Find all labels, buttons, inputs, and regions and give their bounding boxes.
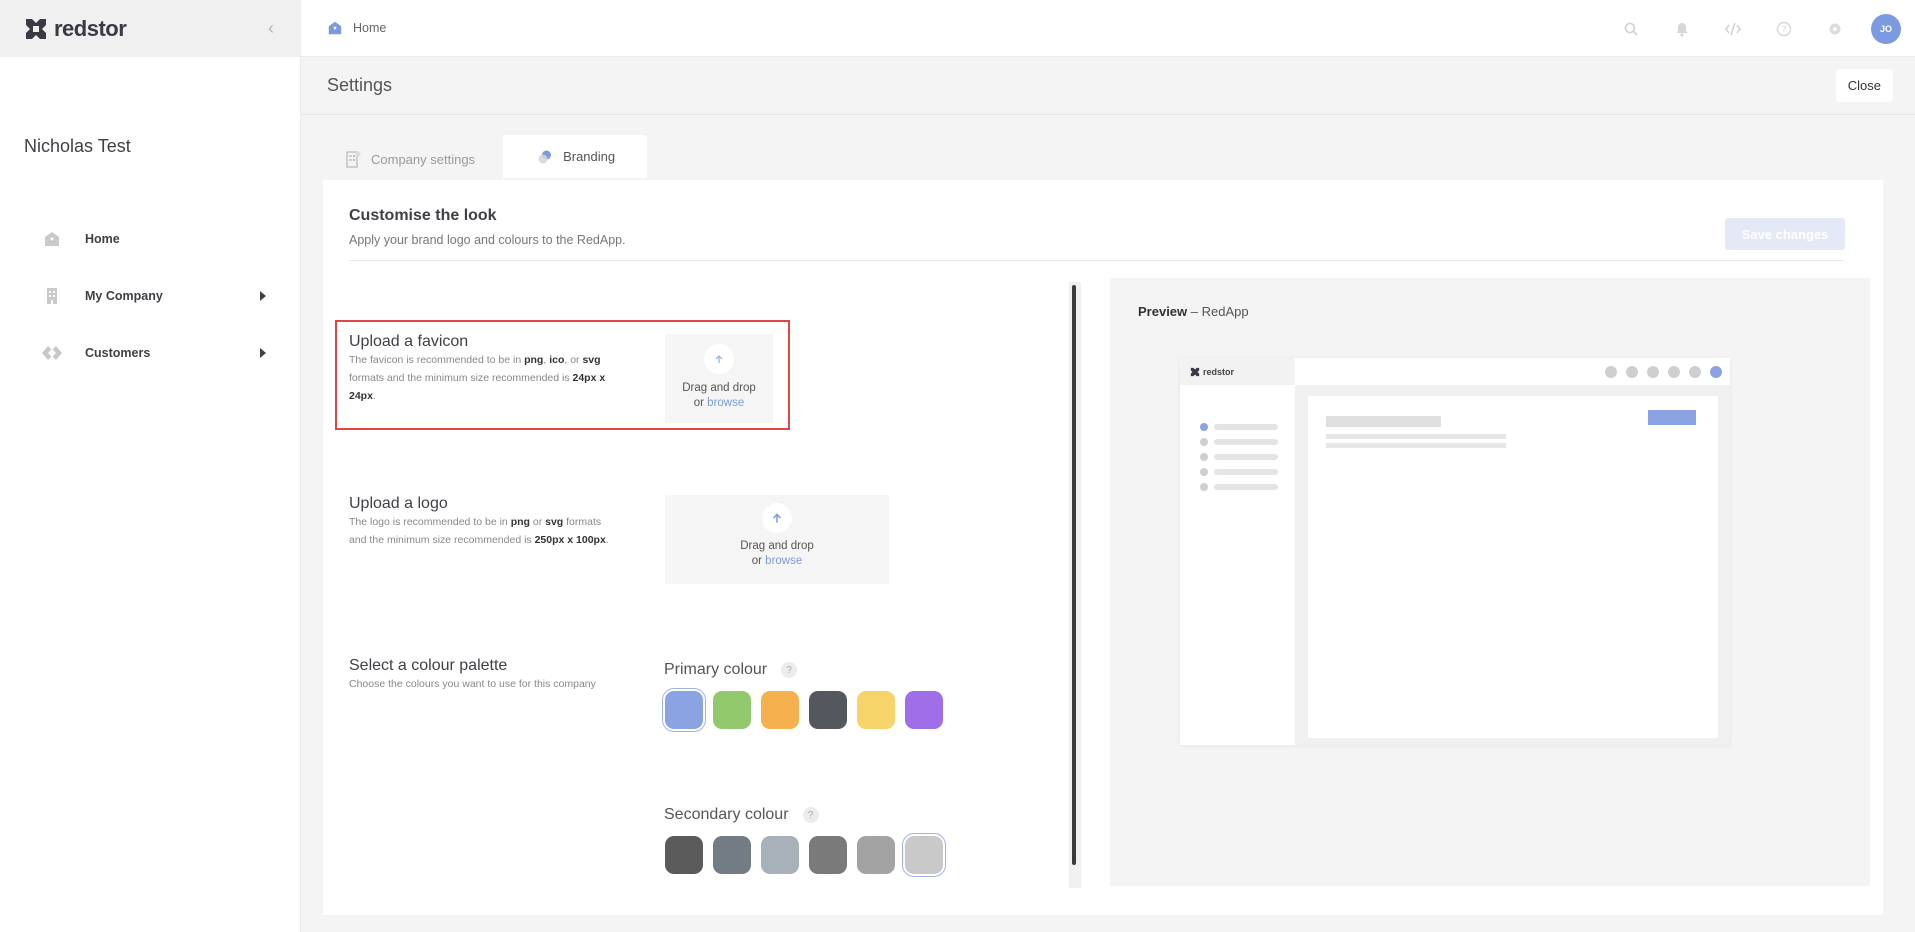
tab-branding[interactable]: Branding xyxy=(503,135,648,178)
tab-label: Company settings xyxy=(371,151,476,167)
close-button[interactable]: Close xyxy=(1835,69,1893,102)
svg-text:?: ? xyxy=(1782,26,1787,36)
redstor-logo-icon xyxy=(26,18,46,39)
save-changes-button[interactable]: Save changes xyxy=(1725,218,1845,250)
primary-colour-swatch[interactable] xyxy=(905,691,943,729)
sidebar-item-label: Home xyxy=(85,231,120,246)
logo-dropzone[interactable]: Drag and drop or browse xyxy=(665,495,889,584)
primary-colour-swatch[interactable] xyxy=(857,691,895,729)
primary-colour-swatch[interactable] xyxy=(665,691,703,729)
secondary-colour-swatch[interactable] xyxy=(761,836,799,874)
expand-caret-icon[interactable] xyxy=(260,347,266,358)
building-icon xyxy=(346,151,361,168)
topbar-actions: ? JO xyxy=(1616,14,1901,44)
sidebar-item-label: My Company xyxy=(85,288,163,303)
help-icon[interactable]: ? xyxy=(781,662,798,678)
mock-button xyxy=(1648,410,1696,425)
gear-icon[interactable] xyxy=(1820,14,1850,44)
mock-sidebar: redstor xyxy=(1180,358,1295,745)
scrollbar[interactable] xyxy=(1069,282,1081,888)
breadcrumb: Home xyxy=(327,20,386,36)
tab-company-settings[interactable]: Company settings xyxy=(323,137,497,181)
primary-colour-swatch[interactable] xyxy=(809,691,847,729)
mock-nav xyxy=(1200,423,1278,498)
secondary-colour-swatches xyxy=(665,836,943,874)
primary-colour-swatch[interactable] xyxy=(713,691,751,729)
breadcrumb-home[interactable]: Home xyxy=(353,21,386,35)
sidebar-item-label: Customers xyxy=(85,345,151,360)
secondary-colour-swatch[interactable] xyxy=(809,836,847,874)
mock-content xyxy=(1308,396,1718,738)
palette-icon xyxy=(538,150,552,163)
highlight-box xyxy=(335,320,790,430)
page-header: Settings Close xyxy=(301,57,1915,115)
palette-title: Select a colour palette xyxy=(349,657,508,674)
secondary-colour-swatch[interactable] xyxy=(905,836,943,874)
collapse-sidebar-icon[interactable]: ‹ xyxy=(268,18,274,39)
preview-panel: Preview – RedApp redstor xyxy=(1110,278,1870,886)
preview-mockup: redstor xyxy=(1180,358,1730,745)
secondary-colour-swatch[interactable] xyxy=(665,836,703,874)
mock-brand: redstor xyxy=(1180,358,1295,385)
section-subtitle: Apply your brand logo and colours to the… xyxy=(349,233,626,247)
sidebar-nav: Home My Company Customers xyxy=(40,210,270,381)
company-name: Nicholas Test xyxy=(24,136,131,156)
help-icon[interactable]: ? xyxy=(1769,14,1799,44)
building-icon xyxy=(40,284,64,308)
code-icon[interactable] xyxy=(1718,14,1748,44)
expand-caret-icon[interactable] xyxy=(260,290,266,301)
browse-link[interactable]: browse xyxy=(765,555,802,567)
redstor-logo[interactable]: redstor xyxy=(24,15,127,42)
primary-colour-label: Primary colour ? xyxy=(664,661,798,679)
search-icon[interactable] xyxy=(1616,14,1646,44)
palette-description: Choose the colours you want to use for t… xyxy=(349,678,596,690)
home-icon xyxy=(40,227,64,251)
primary-colour-swatches xyxy=(665,691,943,729)
scrollbar-thumb[interactable] xyxy=(1072,285,1076,865)
brand-header: redstor ‹ xyxy=(0,0,300,57)
page-title: Settings xyxy=(327,75,393,95)
settings-tabs: Company settings Branding xyxy=(323,135,648,181)
primary-colour-swatch[interactable] xyxy=(761,691,799,729)
brand-name: redstor xyxy=(54,15,127,41)
secondary-colour-swatch[interactable] xyxy=(713,836,751,874)
mock-topbar xyxy=(1295,358,1730,385)
home-icon[interactable] xyxy=(327,20,343,36)
logo-title: Upload a logo xyxy=(349,495,448,512)
logo-description: The logo is recommended to be in png or … xyxy=(349,516,609,546)
topbar: Home ? JO xyxy=(301,0,1915,57)
customers-icon xyxy=(40,341,64,365)
redstor-logo-icon xyxy=(1190,367,1200,376)
bell-icon[interactable] xyxy=(1667,14,1697,44)
sidebar: redstor ‹ Nicholas Test Home My Company … xyxy=(0,0,301,932)
section-heading: Customise the look xyxy=(349,207,497,224)
upload-icon xyxy=(762,503,792,533)
avatar[interactable]: JO xyxy=(1871,14,1901,44)
preview-title: Preview – RedApp xyxy=(1138,304,1249,319)
sidebar-item-my-company[interactable]: My Company xyxy=(40,267,270,324)
sidebar-item-home[interactable]: Home xyxy=(40,210,270,267)
dropzone-text: Drag and drop xyxy=(740,540,814,552)
secondary-colour-swatch[interactable] xyxy=(857,836,895,874)
tab-label: Branding xyxy=(563,149,616,164)
sidebar-item-customers[interactable]: Customers xyxy=(40,324,270,381)
help-icon[interactable]: ? xyxy=(802,807,819,823)
divider xyxy=(349,260,1845,261)
secondary-colour-label: Secondary colour ? xyxy=(664,806,819,824)
